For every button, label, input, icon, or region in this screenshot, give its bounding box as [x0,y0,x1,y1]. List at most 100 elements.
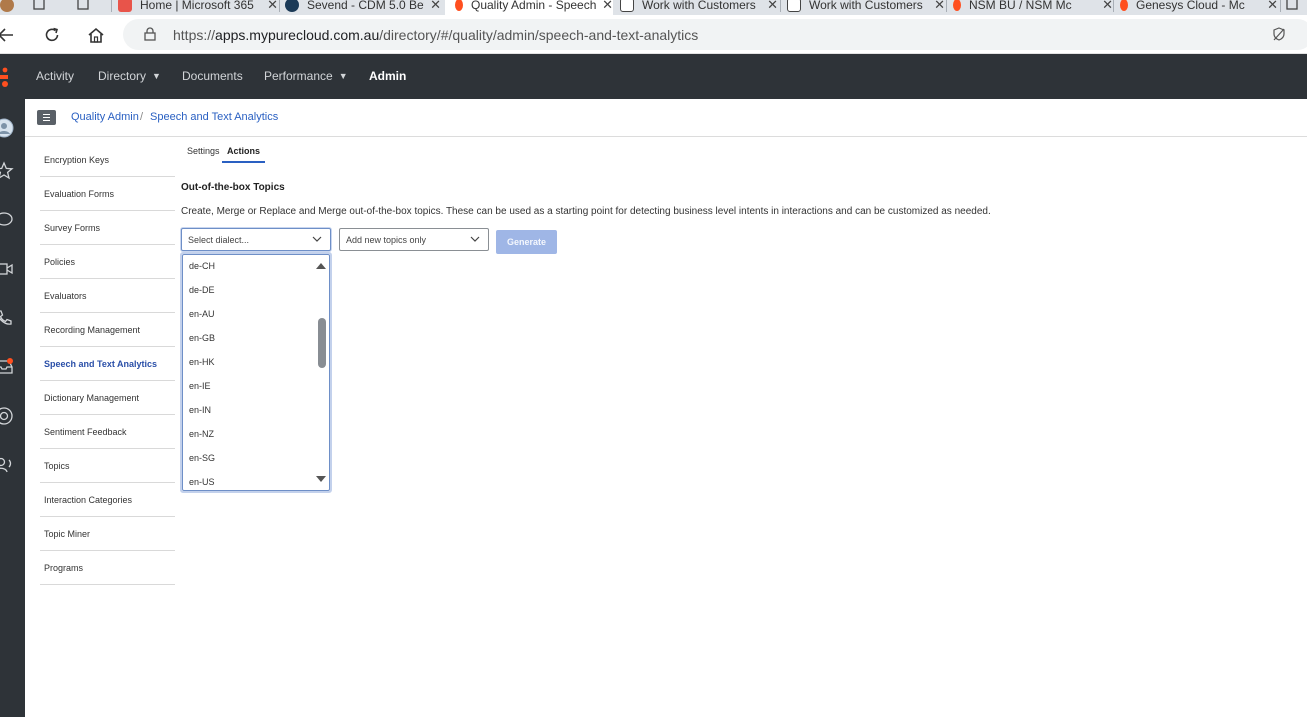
dialect-option[interactable]: en-US [189,477,215,487]
close-icon[interactable]: ✕ [767,0,778,13]
browser-tab-0[interactable]: Home | Microsoft 365 ✕ [118,0,278,15]
genesys-favicon-icon [455,0,463,11]
browser-tab-1[interactable]: Sevend - CDM 5.0 Beta ✕ [285,0,441,15]
close-icon[interactable]: ✕ [602,0,613,13]
browser-tab-5[interactable]: NSM BU / NSM Mc ✕ [953,0,1113,15]
side-item-dictionary-management[interactable]: Dictionary Management [40,381,175,415]
tab-group-icon[interactable] [77,0,91,15]
dialect-option[interactable]: en-HK [189,357,215,367]
browser-tab-title: Work with Customers [642,0,756,12]
support-icon[interactable] [0,406,14,426]
chevron-down-icon [312,236,322,242]
nav-label: Documents [182,69,243,83]
lock-icon[interactable] [143,27,157,46]
browser-tab-overflow[interactable] [1286,0,1306,15]
home-button[interactable] [84,23,108,47]
dialect-option[interactable]: en-SG [189,453,215,463]
dialect-option[interactable]: en-NZ [189,429,214,439]
dialect-select[interactable]: Select dialect... [181,228,331,251]
generate-button[interactable]: Generate [496,230,557,254]
nav-performance[interactable]: Performance ▼ [264,69,348,83]
dialect-option[interactable]: de-DE [189,285,215,295]
breadcrumb-separator: / [140,111,144,123]
tab-settings[interactable]: Settings [187,146,220,161]
workspaces-icon [33,0,45,10]
nav-documents[interactable]: Documents [182,69,243,83]
side-item-evaluators[interactable]: Evaluators [40,279,175,313]
dialect-option[interactable]: en-AU [189,309,215,319]
side-item-interaction-categories[interactable]: Interaction Categories [40,483,175,517]
avatar-icon[interactable] [0,118,14,138]
nav-label: Admin [369,69,407,83]
dialect-dropdown-list[interactable]: de-CH de-DE en-AU en-GB en-HK en-IE en-I… [180,252,332,493]
side-item-evaluation-forms[interactable]: Evaluation Forms [40,177,175,211]
refresh-icon [45,27,59,42]
refresh-button[interactable] [40,23,64,47]
microsoft-favicon-icon [118,0,132,12]
dialect-option[interactable]: en-IN [189,405,211,415]
breadcrumb: Quality Admin / Speech and Text Analytic… [25,99,1307,137]
browser-tab-title: NSM BU / NSM Mc [969,0,1072,12]
topic-mode-select[interactable]: Add new topics only [339,228,489,251]
dialect-option[interactable]: en-IE [189,381,211,391]
nav-directory[interactable]: Directory ▼ [98,69,161,83]
browser-toolbar: https://apps.mypurecloud.com.au/director… [0,15,1307,54]
tracking-prevention-icon[interactable] [1271,26,1287,47]
breadcrumb-speech-text-analytics[interactable]: Speech and Text Analytics [150,111,278,123]
nav-admin[interactable]: Admin [369,69,406,83]
app-header: Activity Directory ▼ Documents Performanc… [0,54,1307,99]
genesys-favicon-icon [953,0,961,11]
close-icon[interactable]: ✕ [430,0,441,13]
side-item-sentiment-feedback[interactable]: Sentiment Feedback [40,415,175,449]
scroll-down-icon[interactable] [316,476,326,482]
side-item-survey-forms[interactable]: Survey Forms [40,211,175,245]
browser-tab-6[interactable]: Genesys Cloud - Mc ✕ [1120,0,1278,15]
side-item-policies[interactable]: Policies [40,245,175,279]
browser-tab-title: Quality Admin - Speech and Text Analytic… [471,0,597,12]
side-item-recording-management[interactable]: Recording Management [40,313,175,347]
profile-icon [0,0,14,12]
scroll-up-icon[interactable] [316,263,326,269]
dialect-option[interactable]: en-GB [189,333,215,343]
side-item-speech-text-analytics[interactable]: Speech and Text Analytics [40,347,175,381]
close-icon[interactable]: ✕ [934,0,945,13]
browser-tab-title: Sevend - CDM 5.0 Beta [307,0,425,12]
close-icon[interactable]: ✕ [1102,0,1113,13]
video-icon[interactable] [0,259,14,279]
breadcrumb-quality-admin[interactable]: Quality Admin [71,111,139,123]
browser-tab-2[interactable]: Quality Admin - Speech and Text Analytic… [445,0,613,15]
home-icon [88,27,104,43]
browser-tab-4[interactable]: Work with Customers ✕ [787,0,945,15]
menu-toggle-button[interactable] [37,110,56,125]
browser-tab-3[interactable]: Work with Customers ✕ [620,0,778,15]
star-icon[interactable] [0,161,14,181]
browser-tab-strip: Home | Microsoft 365 ✕ Sevend - CDM 5.0 … [0,0,1307,15]
address-bar[interactable]: https://apps.mypurecloud.com.au/director… [123,19,1307,50]
nav-activity[interactable]: Activity [36,69,74,83]
voice-icon[interactable] [0,455,14,475]
arrow-left-icon [0,28,13,42]
close-icon[interactable]: ✕ [267,0,278,13]
inbox-icon[interactable] [0,357,14,377]
nav-label: Activity [36,69,75,83]
side-item-programs[interactable]: Programs [40,551,175,585]
topic-mode-value: Add new topics only [346,234,427,245]
dropdown-scrollbar-thumb[interactable] [318,318,326,368]
side-item-topic-miner[interactable]: Topic Miner [40,517,175,551]
admin-side-menu: Encryption Keys Evaluation Forms Survey … [40,143,175,585]
back-button[interactable] [0,23,18,47]
close-icon[interactable]: ✕ [1267,0,1278,13]
dialect-option[interactable]: de-CH [189,261,215,271]
browser-tab-partial[interactable] [0,0,20,15]
side-item-topics[interactable]: Topics [40,449,175,483]
tab-actions[interactable]: Actions [222,146,266,163]
side-item-encryption-keys[interactable]: Encryption Keys [40,143,175,177]
tabs-icon [77,0,89,10]
phone-icon[interactable] [0,308,14,328]
tab-actions-icon[interactable] [33,0,47,15]
caret-down-icon: ▼ [338,71,348,81]
page-favicon-icon [1286,0,1298,10]
chat-icon[interactable] [0,210,14,230]
browser-tab-title: Home | Microsoft 365 [140,0,254,12]
genesys-favicon-icon [1120,0,1128,11]
